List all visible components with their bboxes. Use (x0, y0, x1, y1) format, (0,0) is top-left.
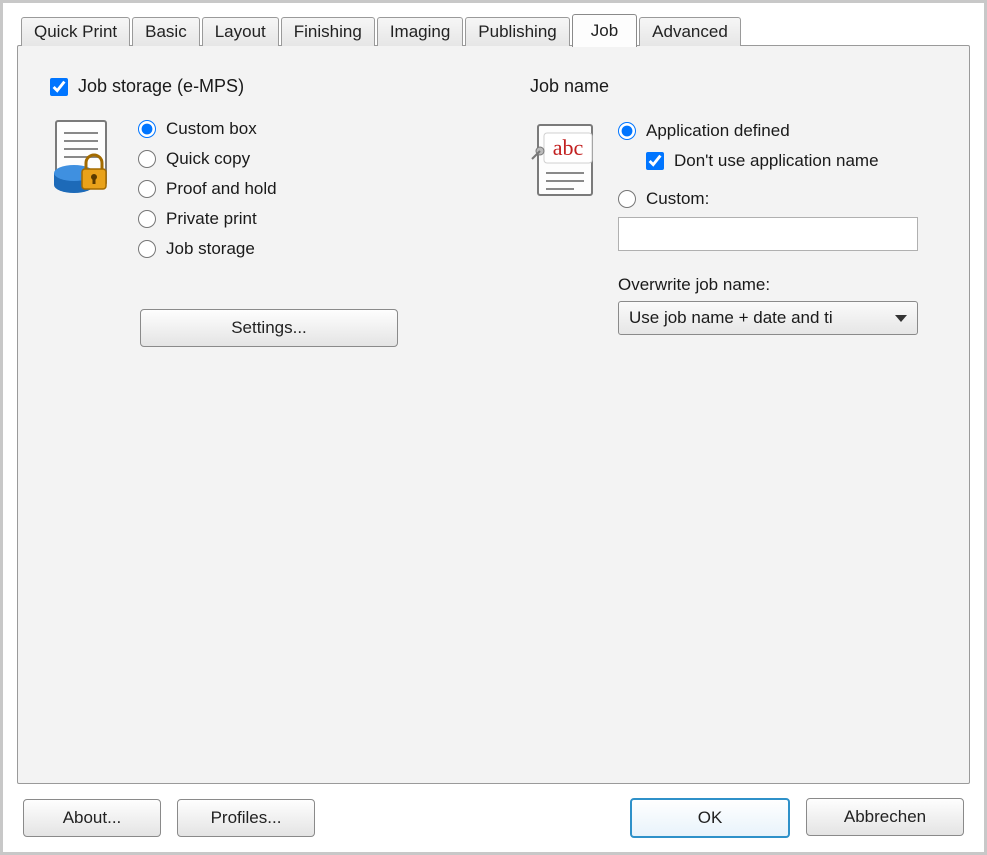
chevron-down-icon (895, 315, 907, 322)
svg-text:abc: abc (553, 135, 584, 160)
radio-custom[interactable]: Custom: (618, 189, 709, 209)
tabstrip: Quick Print Basic Layout Finishing Imagi… (21, 13, 970, 46)
radio-custom-box[interactable]: Custom box (138, 119, 277, 139)
radio-custom-box-label: Custom box (166, 119, 257, 139)
radio-quick-copy[interactable]: Quick copy (138, 149, 277, 169)
job-name-controls: Application defined Don't use applicatio… (618, 121, 937, 335)
radio-proof-and-hold[interactable]: Proof and hold (138, 179, 277, 199)
job-storage-checkbox-input[interactable] (50, 78, 68, 96)
radio-job-storage[interactable]: Job storage (138, 239, 277, 259)
ok-button[interactable]: OK (630, 798, 790, 838)
printer-settings-dialog: Quick Print Basic Layout Finishing Imagi… (0, 0, 987, 855)
overwrite-job-name-label: Overwrite job name: (618, 275, 937, 295)
radio-application-defined[interactable]: Application defined (618, 121, 790, 141)
tab-quick-print[interactable]: Quick Print (21, 17, 130, 46)
tab-publishing[interactable]: Publishing (465, 17, 569, 46)
radio-job-storage-input[interactable] (138, 240, 156, 258)
document-abc-icon: abc (530, 121, 600, 199)
radio-application-defined-input[interactable] (618, 122, 636, 140)
job-name-section: Job name abc (530, 76, 937, 753)
tab-advanced[interactable]: Advanced (639, 17, 741, 46)
tab-finishing[interactable]: Finishing (281, 17, 375, 46)
radio-quick-copy-input[interactable] (138, 150, 156, 168)
job-storage-checkbox-label: Job storage (e-MPS) (78, 76, 244, 97)
bottom-right-buttons: OK Abbrechen (630, 798, 964, 838)
settings-button[interactable]: Settings... (140, 309, 398, 347)
about-button[interactable]: About... (23, 799, 161, 837)
cancel-button[interactable]: Abbrechen (806, 798, 964, 836)
document-lock-drive-icon (50, 119, 120, 199)
radio-private-print-label: Private print (166, 209, 257, 229)
job-storage-checkbox[interactable]: Job storage (e-MPS) (50, 76, 470, 97)
radio-application-defined-label: Application defined (646, 121, 790, 141)
overwrite-job-name-selected: Use job name + date and ti (629, 308, 833, 328)
tab-layout[interactable]: Layout (202, 17, 279, 46)
radio-quick-copy-label: Quick copy (166, 149, 250, 169)
job-name-body: abc Application defined Don't use applic… (530, 121, 937, 335)
radio-proof-and-hold-input[interactable] (138, 180, 156, 198)
profiles-button[interactable]: Profiles... (177, 799, 315, 837)
job-name-title: Job name (530, 76, 937, 97)
checkbox-dont-use-app-name-label: Don't use application name (674, 151, 879, 171)
radio-proof-and-hold-label: Proof and hold (166, 179, 277, 199)
settings-button-wrap: Settings... (140, 309, 470, 347)
bottom-left-buttons: About... Profiles... (23, 799, 315, 837)
bottom-bar: About... Profiles... OK Abbrechen (17, 784, 970, 838)
tab-basic[interactable]: Basic (132, 17, 200, 46)
radio-private-print-input[interactable] (138, 210, 156, 228)
checkbox-dont-use-app-name[interactable]: Don't use application name (646, 151, 879, 171)
job-storage-radio-list: Custom box Quick copy Proof and hold Pri… (138, 119, 277, 259)
tab-job[interactable]: Job (572, 14, 637, 47)
tab-imaging[interactable]: Imaging (377, 17, 463, 46)
checkbox-dont-use-app-name-input[interactable] (646, 152, 664, 170)
tab-panel-job: Job storage (e-MPS) (17, 45, 970, 784)
overwrite-job-name-combo[interactable]: Use job name + date and ti (618, 301, 918, 335)
radio-custom-input[interactable] (618, 190, 636, 208)
radio-custom-label: Custom: (646, 189, 709, 209)
job-storage-section: Job storage (e-MPS) (50, 76, 470, 753)
custom-job-name-input[interactable] (618, 217, 918, 251)
radio-custom-box-input[interactable] (138, 120, 156, 138)
job-storage-body: Custom box Quick copy Proof and hold Pri… (50, 119, 470, 259)
radio-job-storage-label: Job storage (166, 239, 255, 259)
radio-private-print[interactable]: Private print (138, 209, 277, 229)
